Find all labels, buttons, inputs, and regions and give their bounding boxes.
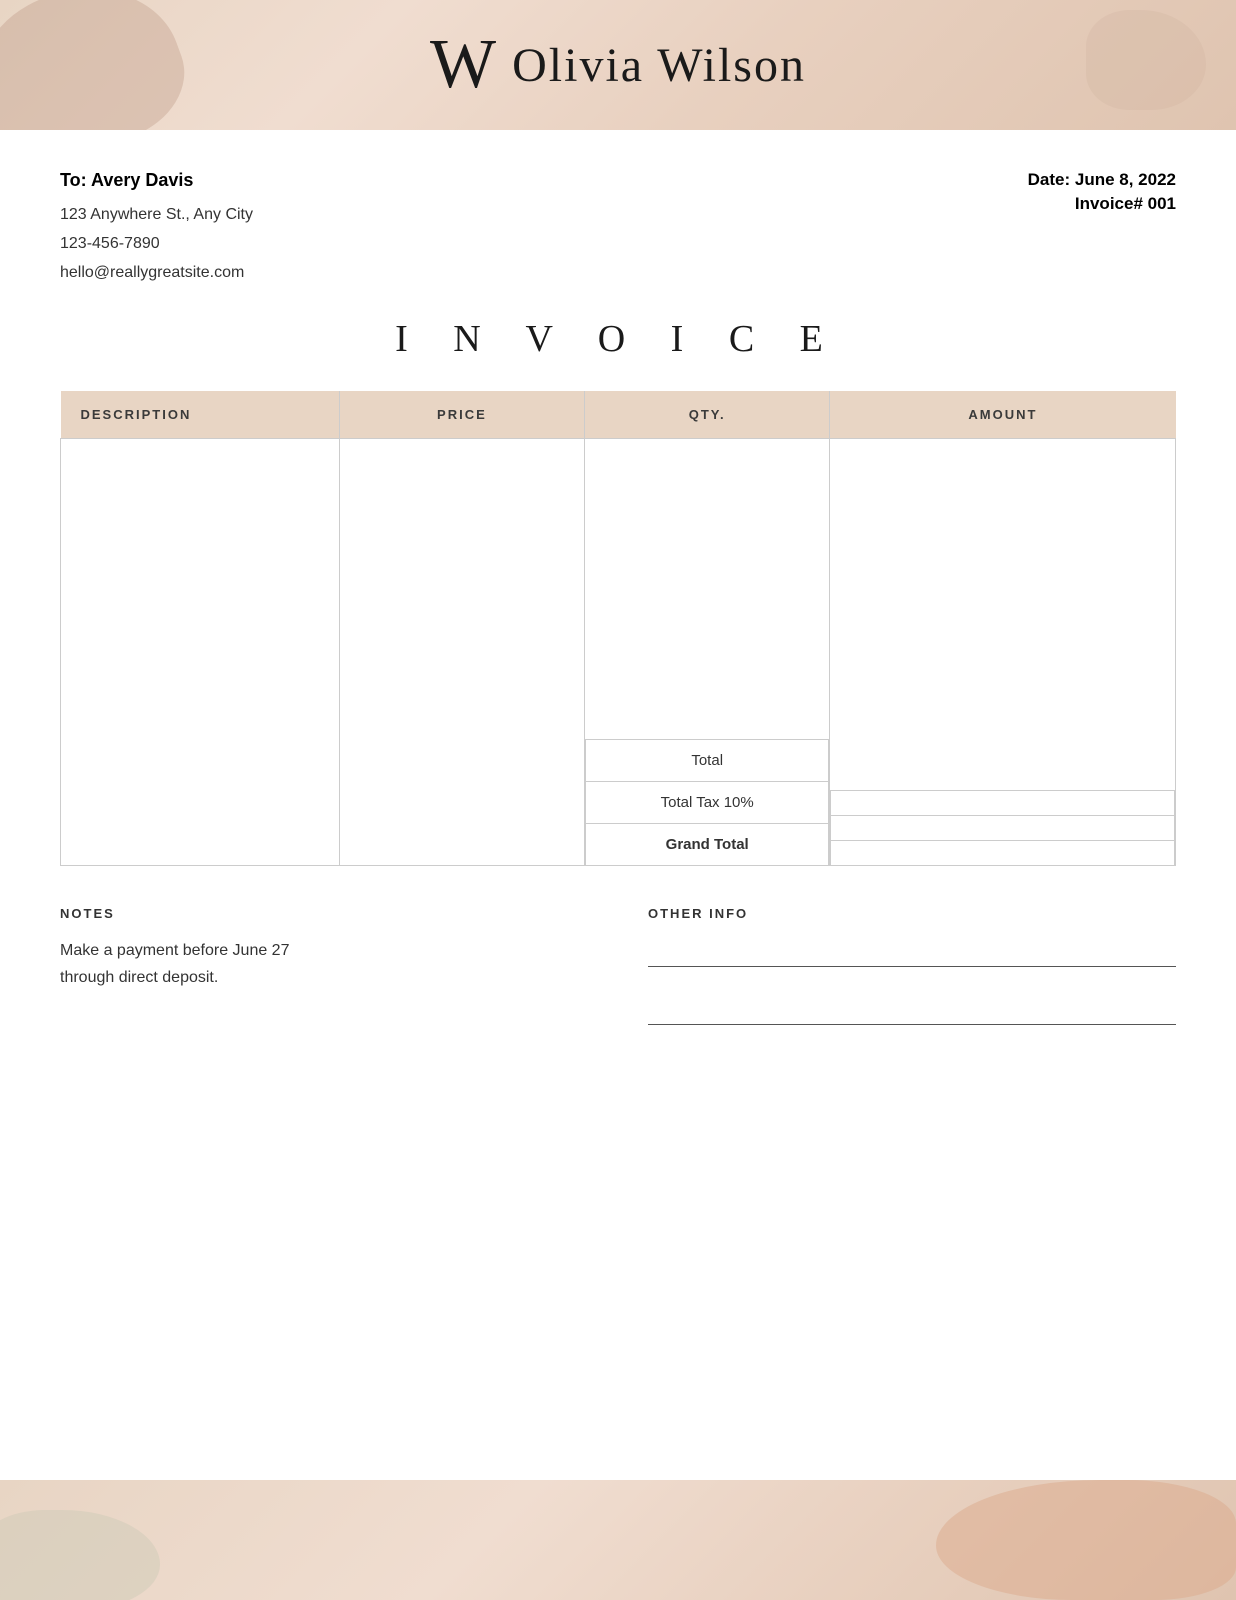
qty-inner-table: Total Total Tax 10% Grand Total — [585, 439, 829, 865]
client-info: To: Avery Davis 123 Anywhere St., Any Ci… — [60, 170, 1028, 287]
client-address: 123 Anywhere St., Any City 123-456-7890 … — [60, 201, 1028, 287]
brand-name: Olivia Wilson — [512, 38, 806, 93]
grand-total-label: Grand Total — [586, 823, 829, 865]
qty-tax-row: Total Tax 10% — [586, 781, 829, 823]
notes-line2: through direct deposit. — [60, 964, 588, 991]
notes-column: NOTES Make a payment before June 27 thro… — [60, 906, 588, 1053]
amount-grand-row — [831, 840, 1175, 865]
footer-shape-left — [0, 1510, 160, 1600]
table-row: Total Total Tax 10% Grand Total — [61, 439, 1176, 866]
footer-shape-right — [936, 1480, 1236, 1600]
table-body: Total Total Tax 10% Grand Total — [61, 439, 1176, 866]
notes-line1: Make a payment before June 27 — [60, 937, 588, 964]
col-amount: AMOUNT — [830, 391, 1176, 439]
other-info-heading: OTHER INFO — [648, 906, 1176, 921]
invoice-title-wrapper: I N V O I C E — [60, 317, 1176, 361]
invoice-title: I N V O I C E — [60, 317, 1176, 361]
invoice-meta: Date: June 8, 2022 Invoice# 001 — [1028, 170, 1176, 287]
info-line-1 — [648, 937, 1176, 967]
phone: 123-456-7890 — [60, 230, 1028, 259]
amount-area — [830, 439, 1176, 866]
desc-empty — [61, 439, 340, 866]
total-value — [831, 790, 1175, 815]
invoice-number: Invoice# 001 — [1028, 194, 1176, 214]
main-content: To: Avery Davis 123 Anywhere St., Any Ci… — [0, 130, 1236, 1093]
brand-container: W Olivia Wilson — [430, 30, 806, 100]
qty-spacer — [586, 439, 829, 739]
total-label: Total — [586, 739, 829, 781]
qty-grand-total-row: Grand Total — [586, 823, 829, 865]
amount-inner-table — [830, 490, 1175, 865]
qty-area: Total Total Tax 10% Grand Total — [585, 439, 830, 866]
invoice-date: Date: June 8, 2022 — [1028, 170, 1176, 190]
invoice-table: DESCRIPTION PRICE QTY. AMOUNT — [60, 391, 1176, 866]
grand-total-value — [831, 840, 1175, 865]
price-empty — [339, 439, 584, 866]
amount-spacer — [831, 490, 1175, 790]
info-section: To: Avery Davis 123 Anywhere St., Any Ci… — [60, 170, 1176, 287]
table-header-row: DESCRIPTION PRICE QTY. AMOUNT — [61, 391, 1176, 439]
table-header: DESCRIPTION PRICE QTY. AMOUNT — [61, 391, 1176, 439]
col-qty: QTY. — [585, 391, 830, 439]
col-description: DESCRIPTION — [61, 391, 340, 439]
email: hello@reallygreatsite.com — [60, 259, 1028, 288]
tax-value — [831, 815, 1175, 840]
notes-heading: NOTES — [60, 906, 588, 921]
col-price: PRICE — [339, 391, 584, 439]
qty-total-row: Total — [586, 739, 829, 781]
address-line1: 123 Anywhere St., Any City — [60, 201, 1028, 230]
notes-text: Make a payment before June 27 through di… — [60, 937, 588, 991]
page-footer — [0, 1480, 1236, 1600]
amount-total-row — [831, 790, 1175, 815]
amount-tax-row — [831, 815, 1175, 840]
info-line-2 — [648, 995, 1176, 1025]
other-info-column: OTHER INFO — [648, 906, 1176, 1053]
page-header: W Olivia Wilson — [0, 0, 1236, 130]
brand-logo-icon: W — [430, 30, 496, 100]
tax-label: Total Tax 10% — [586, 781, 829, 823]
client-to: To: Avery Davis — [60, 170, 1028, 191]
notes-section: NOTES Make a payment before June 27 thro… — [60, 906, 1176, 1053]
footer-background — [0, 1480, 1236, 1600]
